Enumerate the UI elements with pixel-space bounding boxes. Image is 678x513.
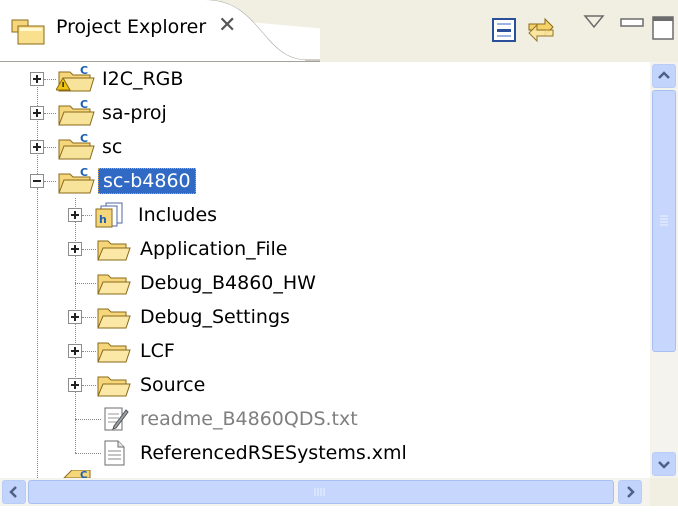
folder-icon (97, 274, 131, 295)
scroll-left-button[interactable] (2, 480, 26, 504)
maximize-icon[interactable] (652, 16, 674, 40)
tree-item-label: readme_B4860QDS.txt (140, 408, 358, 430)
chevron-down-icon (658, 461, 670, 469)
scroll-down-button[interactable] (652, 452, 676, 476)
expand-icon[interactable] (68, 208, 82, 222)
svg-text:C: C (80, 64, 88, 77)
chevron-right-icon (627, 486, 635, 498)
tree-item-project[interactable]: C sc (0, 130, 650, 164)
project-icon-partial: C (63, 470, 91, 478)
tab-project-explorer[interactable]: Project Explorer ✕ (0, 0, 305, 62)
expand-icon[interactable] (68, 378, 82, 392)
vertical-scroll-thumb[interactable] (652, 90, 676, 352)
tree-item-label: I2C_RGB (102, 68, 184, 90)
tree-item-label-selected: sc-b4860 (98, 168, 196, 194)
includes-icon: h (95, 202, 123, 228)
project-icon: C (58, 98, 95, 126)
grip-icon (314, 488, 325, 496)
tree-item-includes[interactable]: h Includes (0, 198, 650, 232)
grip-icon (660, 215, 668, 226)
expand-icon[interactable] (30, 72, 44, 86)
tree-item-folder[interactable]: Debug_Settings (0, 300, 650, 334)
text-file-icon (104, 407, 129, 431)
horizontal-scroll-thumb[interactable] (28, 480, 614, 504)
tree-item-folder[interactable]: LCF (0, 334, 650, 368)
project-warning-icon: C (56, 64, 95, 92)
tree-item-label: Debug_Settings (140, 306, 290, 328)
expand-icon[interactable] (68, 242, 82, 256)
bottom-strip (0, 506, 678, 513)
project-explorer-icon (11, 19, 45, 45)
tree-item-label: sc (102, 136, 123, 158)
project-icon: C (58, 132, 95, 160)
svg-text:C: C (80, 98, 88, 111)
scroll-up-button[interactable] (652, 64, 676, 88)
tree-item-file[interactable]: ReferencedRSESystems.xml (0, 436, 650, 470)
project-icon: C (58, 166, 95, 194)
close-icon[interactable]: ✕ (218, 12, 236, 40)
svg-text:h: h (99, 213, 107, 226)
chevron-up-icon (658, 71, 670, 79)
tree-item-label: Source (140, 374, 206, 396)
scroll-right-button[interactable] (618, 480, 642, 504)
collapse-icon[interactable] (30, 174, 44, 188)
minimize-icon[interactable] (620, 18, 644, 28)
folder-icon (97, 376, 131, 397)
tree-item-label: LCF (140, 340, 175, 362)
svg-text:C: C (80, 166, 88, 179)
vertical-scrollbar[interactable] (650, 62, 678, 478)
expand-icon[interactable] (68, 344, 82, 358)
tree-item-file[interactable]: readme_B4860QDS.txt (0, 402, 650, 436)
folder-icon (97, 240, 131, 261)
expand-icon[interactable] (30, 106, 44, 120)
tree-item-project-selected[interactable]: C sc-b4860 (0, 164, 650, 198)
expand-icon[interactable] (68, 310, 82, 324)
link-with-editor-icon[interactable] (525, 14, 557, 46)
svg-text:C: C (80, 132, 88, 145)
view-menu-icon[interactable] (583, 14, 605, 30)
collapse-all-icon[interactable] (490, 16, 518, 44)
tree-item-folder[interactable]: Debug_B4860_HW (0, 266, 650, 300)
tree-item-label: Debug_B4860_HW (140, 272, 316, 294)
svg-text:C: C (80, 470, 87, 478)
tab-label: Project Explorer (56, 16, 207, 38)
expand-icon[interactable] (30, 140, 44, 154)
folder-icon (97, 308, 131, 329)
tree-item-label: Application_File (140, 238, 288, 260)
project-tree[interactable]: C I2C_RGB C sa-proj C sc C sc-b4860 h In… (0, 62, 650, 478)
horizontal-scrollbar[interactable] (0, 478, 650, 506)
scrollbar-corner (650, 478, 678, 506)
folder-icon (97, 342, 131, 363)
tree-item-project[interactable]: C I2C_RGB (0, 62, 650, 96)
tree-item-folder[interactable]: Source (0, 368, 650, 402)
view-title-bar: Project Explorer ✕ (0, 0, 678, 62)
tree-item-project[interactable]: C sa-proj (0, 96, 650, 130)
xml-file-icon (104, 440, 125, 466)
tree-item-folder[interactable]: Application_File (0, 232, 650, 266)
chevron-left-icon (9, 486, 17, 498)
tree-item-label: Includes (138, 204, 218, 226)
tree-item-label: ReferencedRSESystems.xml (140, 442, 407, 464)
tree-item-label: sa-proj (102, 102, 167, 124)
